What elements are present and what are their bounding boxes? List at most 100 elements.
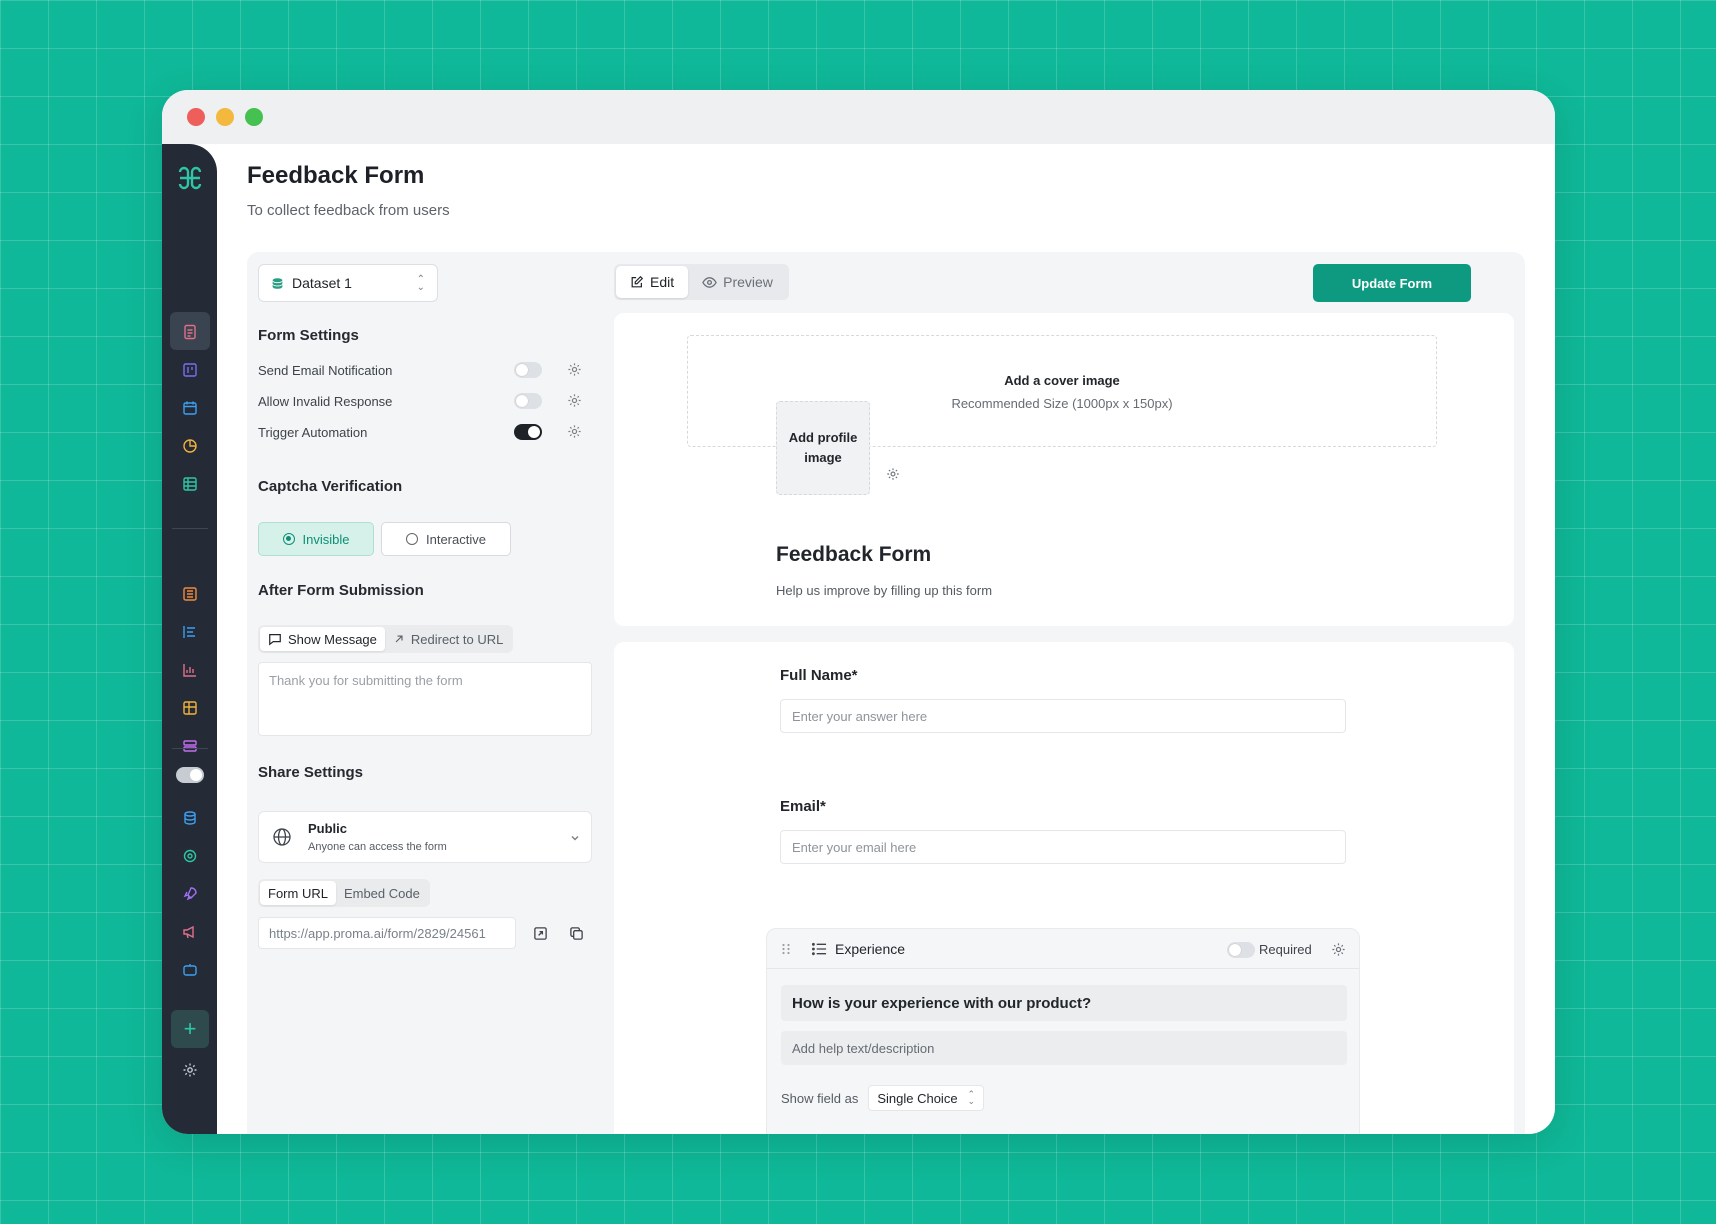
board-icon[interactable] xyxy=(178,358,202,382)
dataset-select[interactable]: Dataset 1 ⌃ ⌄ xyxy=(258,264,438,302)
show-message-label: Show Message xyxy=(288,631,377,647)
bar-chart-icon[interactable] xyxy=(178,658,202,682)
tab-preview[interactable]: Preview xyxy=(688,266,787,298)
megaphone-icon[interactable] xyxy=(178,920,202,944)
maximize-window-button[interactable] xyxy=(245,108,263,126)
open-url-button[interactable] xyxy=(525,917,555,949)
chevron-down-icon xyxy=(571,836,579,841)
full-name-label: Full Name* xyxy=(780,667,858,684)
app-logo-icon[interactable] xyxy=(176,164,204,192)
captcha-interactive-option[interactable]: Interactive xyxy=(381,522,511,556)
gear-icon[interactable] xyxy=(1331,942,1346,957)
form-url-tab[interactable]: Form URL xyxy=(260,881,336,905)
edit-icon xyxy=(631,275,644,288)
add-button[interactable]: + xyxy=(171,1010,209,1048)
show-message-tab[interactable]: Show Message xyxy=(260,627,385,651)
list-bars-icon[interactable] xyxy=(178,620,202,644)
app-window: + Feedback Form To collect feedback from… xyxy=(162,90,1555,1134)
main-content: Dataset 1 ⌃ ⌄ Form Settings Send Email No… xyxy=(247,252,1525,1134)
message-textarea[interactable]: Thank you for submitting the form xyxy=(258,662,592,736)
captcha-title: Captcha Verification xyxy=(258,478,403,495)
gear-icon[interactable] xyxy=(886,467,900,481)
trigger-automation-toggle[interactable] xyxy=(514,424,542,440)
copy-url-button[interactable] xyxy=(561,917,591,949)
after-submission-title: After Form Submission xyxy=(258,582,424,599)
email-label: Email* xyxy=(780,798,826,815)
email-placeholder: Enter your email here xyxy=(792,839,917,855)
eye-icon xyxy=(702,276,717,288)
sidebar-toggle[interactable] xyxy=(176,767,204,783)
tab-preview-label: Preview xyxy=(723,274,773,290)
experience-field-editor: Experience Required How is your experien… xyxy=(766,928,1360,1134)
tab-edit[interactable]: Edit xyxy=(616,266,689,298)
form-description[interactable]: Help us improve by filling up this form xyxy=(776,583,992,598)
page-subtitle: To collect feedback from users xyxy=(247,202,450,219)
form-header-card: Add a cover image Recommended Size (1000… xyxy=(614,313,1514,626)
desktop-background: + Feedback Form To collect feedback from… xyxy=(0,0,1716,1224)
gear-icon[interactable] xyxy=(567,424,582,439)
gear-icon[interactable] xyxy=(567,393,582,408)
email-input[interactable]: Enter your email here xyxy=(780,830,1346,864)
invalid-response-toggle[interactable] xyxy=(514,393,542,409)
full-name-input[interactable]: Enter your answer here xyxy=(780,699,1346,733)
chevron-updown-icon: ⌃ ⌄ xyxy=(416,274,425,293)
required-toggle[interactable] xyxy=(1227,942,1255,958)
message-icon xyxy=(269,634,281,646)
database-icon xyxy=(272,277,283,289)
message-placeholder: Thank you for submitting the form xyxy=(269,673,463,688)
dataset-select-value: Dataset 1 xyxy=(292,275,352,291)
show-field-as-row: Show field as Single Choice ⌃ ⌄ xyxy=(781,1085,985,1111)
cover-image-title: Add a cover image xyxy=(1004,373,1120,388)
drag-handle-icon[interactable] xyxy=(781,943,791,955)
update-form-button[interactable]: Update Form xyxy=(1313,264,1471,302)
plus-icon: + xyxy=(183,1016,197,1041)
show-field-as-label: Show field as xyxy=(781,1090,859,1106)
setting-row-email-notification: Send Email Notification xyxy=(258,359,592,381)
settings-gear-icon[interactable] xyxy=(178,1058,202,1082)
sidebar: + xyxy=(162,144,217,1134)
gear-icon[interactable] xyxy=(567,362,582,377)
minimize-window-button[interactable] xyxy=(216,108,234,126)
editor-tabs: Edit Preview xyxy=(614,264,789,300)
tab-edit-label: Edit xyxy=(650,274,675,290)
setting-label: Send Email Notification xyxy=(258,362,393,378)
integration-icon[interactable] xyxy=(178,844,202,868)
share-mode-select[interactable]: Public Anyone can access the form xyxy=(258,811,592,863)
setting-label: Allow Invalid Response xyxy=(258,393,393,409)
redirect-url-tab[interactable]: Redirect to URL xyxy=(385,627,511,651)
form-fields-card: Full Name* Enter your answer here Email*… xyxy=(614,642,1514,1134)
setting-row-invalid-response: Allow Invalid Response xyxy=(258,390,592,412)
form-title[interactable]: Feedback Form xyxy=(776,543,931,567)
close-window-button[interactable] xyxy=(187,108,205,126)
question-input[interactable]: How is your experience with our product? xyxy=(781,985,1347,1021)
captcha-interactive-label: Interactive xyxy=(426,531,486,547)
page-title: Feedback Form xyxy=(247,162,425,189)
chatbot-icon[interactable] xyxy=(178,958,202,982)
list-icon xyxy=(812,942,827,956)
captcha-invisible-option[interactable]: Invisible xyxy=(258,522,374,556)
chart-pie-icon[interactable] xyxy=(178,434,202,458)
experience-field-type: Experience xyxy=(835,941,906,957)
list-icon[interactable] xyxy=(178,582,202,606)
form-url-field[interactable]: https://app.proma.ai/form/2829/24561 xyxy=(258,917,516,949)
grid-icon[interactable] xyxy=(178,696,202,720)
full-name-placeholder: Enter your answer here xyxy=(792,708,928,724)
field-type-select[interactable]: Single Choice ⌃ ⌄ xyxy=(868,1085,985,1111)
form-url-value: https://app.proma.ai/form/2829/24561 xyxy=(269,925,486,941)
forms-icon[interactable] xyxy=(178,320,202,344)
setting-row-trigger-automation: Trigger Automation xyxy=(258,421,592,443)
table-icon[interactable] xyxy=(178,472,202,496)
database-icon[interactable] xyxy=(178,806,202,830)
calendar-icon[interactable] xyxy=(178,396,202,420)
share-settings-title: Share Settings xyxy=(258,764,364,781)
help-text-input[interactable]: Add help text/description xyxy=(781,1031,1347,1065)
help-text-placeholder: Add help text/description xyxy=(792,1040,935,1056)
after-submission-tabs: Show Message Redirect to URL xyxy=(258,625,514,653)
rocket-icon[interactable] xyxy=(178,882,202,906)
profile-image-dropzone[interactable]: Add profile image xyxy=(776,401,870,495)
question-text: How is your experience with our product? xyxy=(792,994,1092,1012)
stack-icon[interactable] xyxy=(178,734,202,758)
embed-code-tab[interactable]: Embed Code xyxy=(336,881,428,905)
radio-selected-icon xyxy=(282,533,295,545)
email-notification-toggle[interactable] xyxy=(514,362,542,378)
